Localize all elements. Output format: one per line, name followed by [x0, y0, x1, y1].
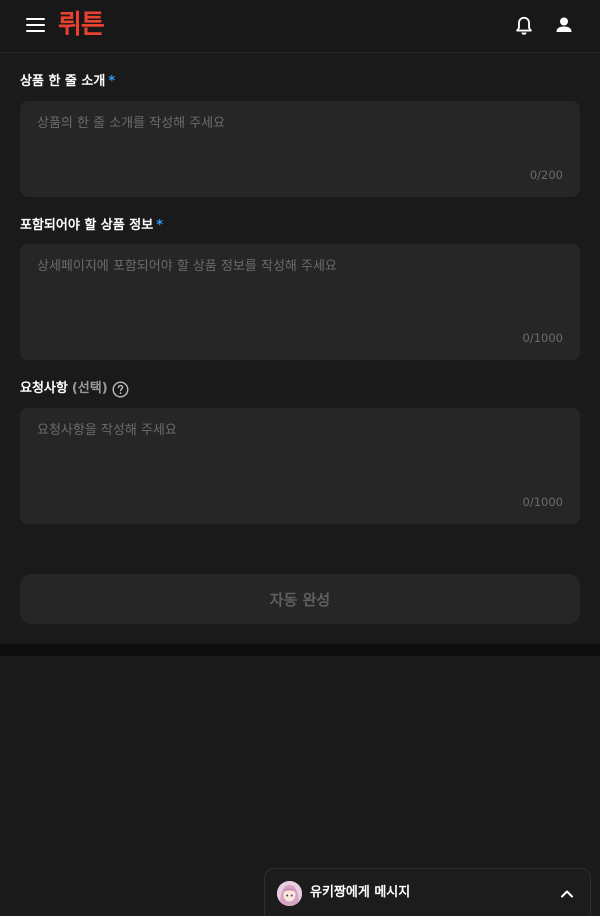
top-header: 뤼튼: [0, 0, 600, 53]
user-icon[interactable]: [554, 15, 574, 35]
hamburger-menu-icon[interactable]: [26, 17, 46, 33]
product-info-label-text: 포함되어야 할 상품 정보: [20, 218, 154, 233]
product-info-char-counter: 0/1000: [522, 331, 563, 345]
intro-label: 상품 한 줄 소개 *: [20, 73, 115, 91]
intro-textarea[interactable]: 상품의 한 줄 소개를 작성해 주세요 0/200: [20, 101, 580, 197]
chat-title: 유키짱에게 메시지: [310, 885, 411, 900]
optional-tag: (선택): [71, 381, 108, 396]
auto-complete-button[interactable]: 자동 완성: [20, 574, 580, 624]
required-mark: *: [108, 74, 116, 89]
intro-label-text: 상품 한 줄 소개: [20, 74, 106, 89]
required-mark: *: [156, 218, 163, 233]
product-info-placeholder: 상세페이지에 포함되어야 할 상품 정보를 작성해 주세요: [37, 259, 337, 274]
chat-message-bar[interactable]: 유키짱에게 메시지: [264, 868, 591, 916]
intro-placeholder: 상품의 한 줄 소개를 작성해 주세요: [37, 116, 226, 131]
logo[interactable]: 뤼튼: [58, 8, 105, 42]
bell-icon[interactable]: [513, 15, 535, 37]
chevron-up-icon[interactable]: [560, 886, 574, 900]
request-textarea[interactable]: 요청사항을 작성해 주세요 0/1000: [20, 408, 580, 524]
section-divider: [0, 644, 600, 656]
question-circle-icon[interactable]: [112, 381, 129, 398]
product-info-label: 포함되어야 할 상품 정보 *: [20, 217, 163, 235]
character-avatar: [277, 881, 302, 906]
request-label: 요청사항 (선택): [20, 380, 108, 398]
request-placeholder: 요청사항을 작성해 주세요: [37, 423, 177, 438]
request-char-counter: 0/1000: [522, 495, 563, 509]
intro-char-counter: 0/200: [529, 168, 563, 182]
request-label-text: 요청사항: [20, 381, 68, 396]
product-info-textarea[interactable]: 상세페이지에 포함되어야 할 상품 정보를 작성해 주세요 0/1000: [20, 244, 580, 360]
